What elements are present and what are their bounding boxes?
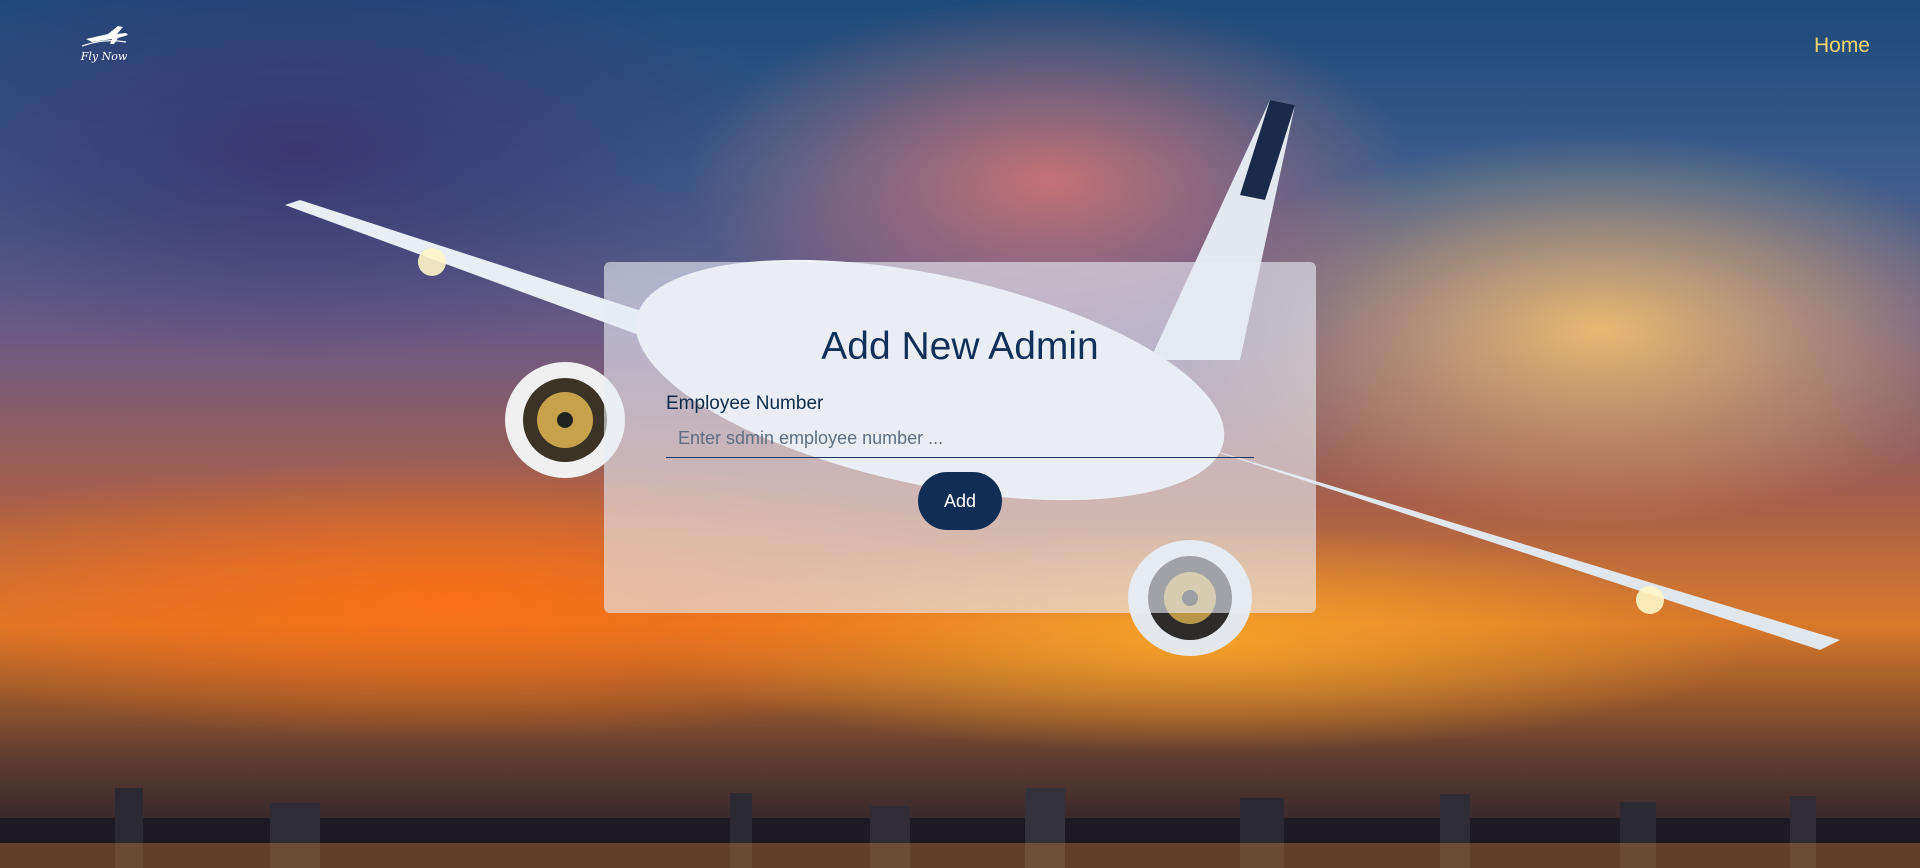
add-admin-card: Add New Admin Employee Number Add xyxy=(604,262,1316,613)
employee-number-input[interactable] xyxy=(666,420,1254,458)
employee-number-field-group: Employee Number xyxy=(666,392,1254,458)
page: Fly Now Home Add New Admin Employee Numb… xyxy=(0,0,1920,868)
add-button[interactable]: Add xyxy=(918,472,1002,530)
button-row: Add xyxy=(604,472,1316,530)
logo[interactable]: Fly Now xyxy=(78,22,130,66)
logo-text: Fly Now xyxy=(80,50,128,63)
page-title: Add New Admin xyxy=(821,325,1099,368)
airplane-icon xyxy=(81,26,128,47)
nav-home-link[interactable]: Home xyxy=(1814,34,1870,58)
employee-number-label: Employee Number xyxy=(666,393,824,414)
city-skyline-image xyxy=(0,788,1920,868)
